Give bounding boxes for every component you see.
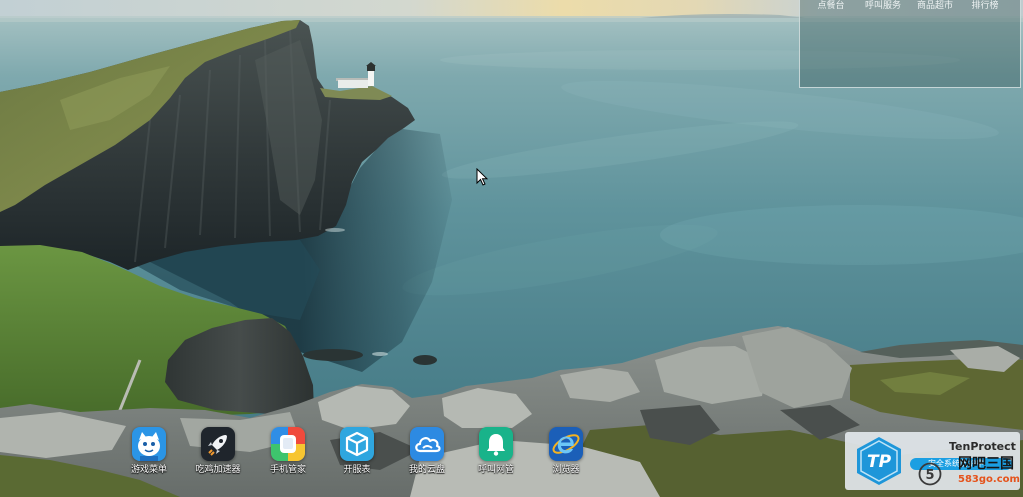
dock-item-label: 浏览器 — [552, 465, 580, 475]
dock-item-game-menu[interactable]: 游戏菜单 — [114, 427, 184, 477]
watermark-url: 583go.com — [958, 474, 1020, 485]
dock-item-label: 我的云盘 — [408, 465, 445, 475]
dock-item-phone-manager[interactable]: 手机管家 — [253, 427, 323, 477]
rocket-icon — [201, 427, 235, 461]
menu-item-order[interactable]: 点餐台 — [807, 1, 855, 12]
tp-shield-icon: TP — [857, 437, 901, 485]
circle-5-logo-icon: 5 — [918, 462, 942, 486]
dock-item-server-list[interactable]: 开服表 — [322, 427, 392, 477]
dock-item-browser[interactable]: 浏览器 — [531, 427, 601, 477]
cube-icon — [340, 427, 374, 461]
dock-item-label: 吃鸡加速器 — [195, 465, 241, 475]
quick-menu-panel: 点餐台 呼叫服务 商品超市 排行榜 — [799, 0, 1021, 88]
dock-item-pubg-accelerator[interactable]: 吃鸡加速器 — [183, 427, 253, 477]
arrow-cursor-icon — [476, 168, 488, 186]
menu-item-call-service[interactable]: 呼叫服务 — [859, 1, 907, 12]
watermark-logo-glyph: 5 — [925, 468, 934, 483]
bell-icon — [479, 427, 513, 461]
cloud-icon — [410, 427, 444, 461]
dock-item-label: 呼叫网管 — [477, 465, 514, 475]
menu-item-store[interactable]: 商品超市 — [911, 1, 959, 12]
ie-browser-icon — [549, 427, 583, 461]
menu-item-leaderboard[interactable]: 排行榜 — [961, 1, 1009, 12]
dock-item-label: 手机管家 — [269, 465, 306, 475]
tenprotect-widget[interactable]: TP TenProtect 安全系统防护中 5 网吧三国 583go.com — [845, 432, 1020, 490]
tp-logo-text: TP — [867, 452, 892, 472]
dock-item-label: 开服表 — [343, 465, 371, 475]
dock-item-cloud-drive[interactable]: 我的云盘 — [392, 427, 462, 477]
dock-item-call-admin[interactable]: 呼叫网管 — [461, 427, 531, 477]
watermark-site-name: 网吧三国 — [958, 456, 1014, 472]
dock-item-label: 游戏菜单 — [130, 465, 167, 475]
mascot-icon — [132, 427, 166, 461]
tenprotect-brand: TenProtect — [949, 440, 1016, 453]
phone-manager-icon — [271, 427, 305, 461]
